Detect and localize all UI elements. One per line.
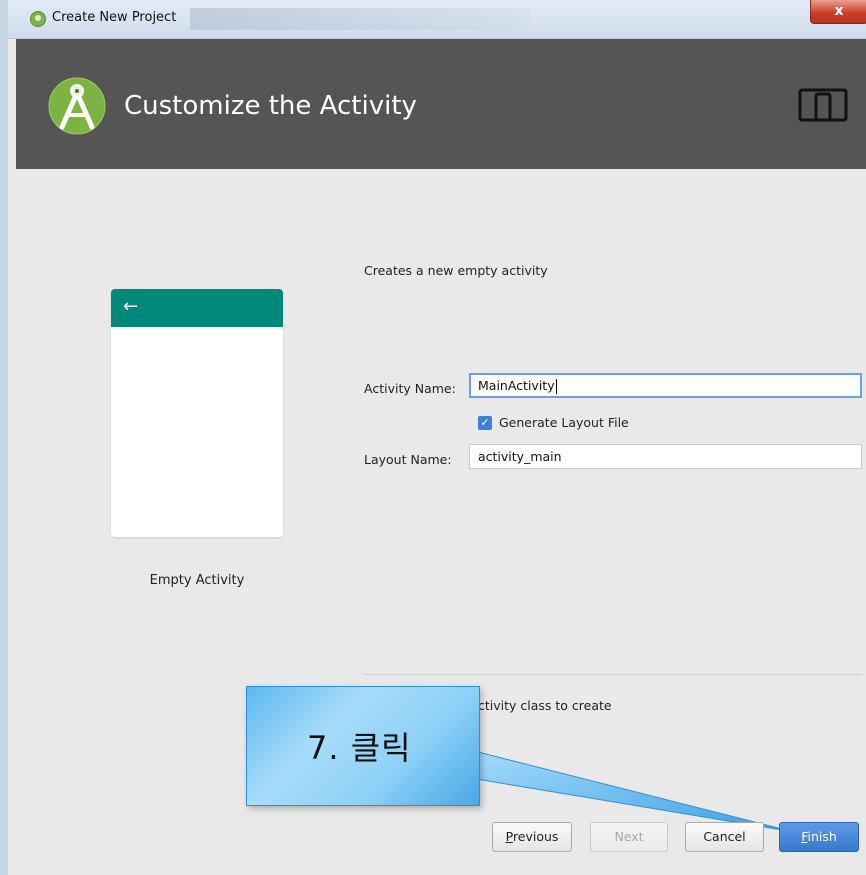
android-studio-icon [30, 11, 46, 27]
finish-button[interactable]: Finish [779, 822, 859, 852]
layout-name-value: activity_main [478, 449, 562, 464]
generate-layout-checkbox[interactable]: ✓ [478, 416, 492, 430]
activity-name-input[interactable]: MainActivity [469, 373, 862, 398]
activity-name-value: MainActivity [478, 378, 555, 393]
finish-label: inish [807, 829, 837, 844]
previous-button[interactable]: Previous [492, 822, 572, 852]
page-title: Customize the Activity [124, 91, 417, 121]
activity-name-label: Activity Name: [364, 381, 456, 396]
field-hint-text: ctivity class to create [478, 698, 612, 713]
title-bar[interactable]: Create New Project [8, 0, 866, 39]
layout-name-input[interactable]: activity_main [469, 444, 862, 469]
window-title: Create New Project [52, 10, 177, 25]
background-window-tabs [190, 8, 530, 30]
previous-mnemonic: P [505, 829, 513, 844]
android-studio-logo-icon [48, 77, 106, 135]
activity-preview: ← [111, 289, 283, 537]
preview-app-bar: ← [111, 289, 283, 327]
generate-layout-label[interactable]: Generate Layout File [499, 415, 629, 430]
previous-label: revious [512, 829, 559, 844]
layout-name-label: Layout Name: [364, 452, 452, 467]
wizard-header: Customize the Activity [16, 39, 866, 169]
template-description: Creates a new empty activity [364, 263, 548, 278]
device-form-factor-icon [798, 88, 848, 122]
create-project-dialog: Create New Project x Customize the Activ… [0, 0, 866, 875]
text-caret [555, 379, 557, 394]
cancel-button[interactable]: Cancel [685, 822, 764, 852]
close-button[interactable]: x [810, 0, 866, 24]
step-annotation-callout: 7. 클릭 [246, 686, 480, 806]
template-name: Empty Activity [149, 573, 245, 588]
back-arrow-icon: ← [123, 296, 139, 317]
annotation-text: 7. 클릭 [307, 729, 412, 767]
next-button[interactable]: Next [590, 822, 668, 852]
section-divider [364, 674, 862, 675]
